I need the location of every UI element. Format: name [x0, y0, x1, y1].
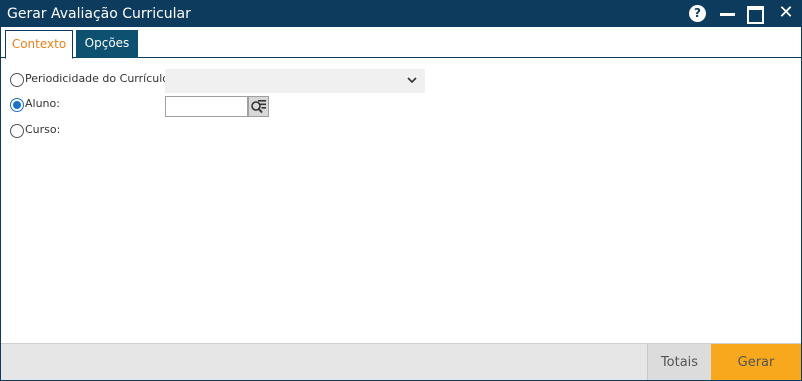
tab-opcoes[interactable]: Opções: [76, 30, 138, 58]
minimize-icon: [720, 13, 735, 16]
curso-radio[interactable]: [10, 124, 24, 138]
dialog-window: Gerar Avaliação Curricular ? ✕ Contexto …: [0, 0, 802, 381]
totais-button[interactable]: Totais: [647, 344, 711, 380]
footer-bar: Totais Gerar: [1, 343, 801, 380]
maximize-icon: [747, 6, 764, 24]
aluno-radio[interactable]: [10, 98, 24, 112]
curso-option[interactable]: Curso:: [10, 122, 110, 142]
periodicidade-option[interactable]: Periodicidade do Currículo:: [10, 71, 173, 91]
close-button[interactable]: ✕: [777, 2, 795, 23]
aluno-input[interactable]: [165, 96, 248, 117]
gerar-button[interactable]: Gerar: [711, 344, 801, 380]
close-icon: ✕: [778, 2, 794, 23]
maximize-button[interactable]: [747, 5, 765, 24]
aluno-lookup-button[interactable]: [248, 96, 269, 117]
minimize-button[interactable]: [719, 5, 737, 23]
tab-contexto[interactable]: Contexto: [5, 30, 73, 59]
tab-bar: Contexto Opções: [1, 27, 801, 59]
window-title: Gerar Avaliação Curricular: [7, 6, 191, 22]
aluno-option[interactable]: Aluno:: [10, 96, 160, 116]
help-button[interactable]: ?: [689, 5, 707, 23]
help-icon: ?: [689, 5, 706, 22]
chevron-down-icon: [407, 77, 417, 84]
periodicidade-select[interactable]: [165, 69, 425, 93]
title-bar: Gerar Avaliação Curricular ? ✕: [1, 1, 801, 27]
aluno-label: Aluno:: [25, 97, 60, 110]
periodicidade-radio[interactable]: [10, 73, 24, 87]
periodicidade-label: Periodicidade do Currículo:: [25, 72, 173, 85]
lookup-search-icon: [251, 100, 266, 114]
curso-label: Curso:: [25, 123, 61, 136]
